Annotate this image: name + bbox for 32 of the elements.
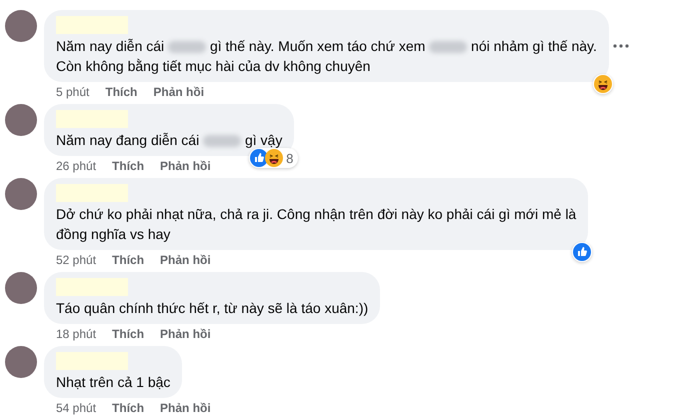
like-link[interactable]: Thích — [105, 85, 138, 99]
reply-link[interactable]: Phản hồi — [160, 253, 211, 267]
comment-time[interactable]: 54 phút — [56, 401, 96, 415]
avatar[interactable] — [5, 104, 37, 136]
comment-time[interactable]: 52 phút — [56, 253, 96, 267]
avatar[interactable] — [5, 10, 37, 42]
reply-link[interactable]: Phản hồi — [160, 327, 211, 341]
name-redaction — [56, 352, 128, 370]
name-redaction — [56, 278, 128, 296]
comment-text: Năm nay đang diễn cái gì vậy — [56, 131, 282, 150]
name-redaction — [56, 110, 128, 128]
avatar[interactable] — [5, 272, 37, 304]
like-link[interactable]: Thích — [112, 253, 144, 267]
name-redaction — [56, 16, 128, 34]
name-redaction — [56, 184, 128, 202]
reply-link[interactable]: Phản hồi — [153, 85, 204, 99]
avatar[interactable] — [5, 346, 37, 378]
like-link[interactable]: Thích — [112, 401, 144, 415]
comment-text: Dở chứ ko phải nhạt nữa, chả ra ji. Công nhận trên đời này ko phải cái gì mới mẻ là đồng nghĩa vs hay — [56, 205, 576, 244]
like-link[interactable]: Thích — [112, 327, 144, 341]
comment-time[interactable]: 5 phút — [56, 85, 90, 99]
avatar[interactable] — [5, 178, 37, 210]
more-options-icon[interactable] — [612, 44, 629, 48]
comment-text: Năm nay diễn cái gì thế này. Muốn xem táo chứ xem nói nhảm gì thế này. Còn không bằng tiết mục hài của dv không chuyên — [56, 37, 597, 76]
comment-text: Nhạt trên cả 1 bậc — [56, 373, 170, 392]
comment-text: Táo quân chính thức hết r, từ này sẽ là táo xuân:)) — [56, 299, 368, 318]
comment-time[interactable]: 18 phút — [56, 327, 96, 341]
comment-time[interactable]: 26 phút — [56, 159, 96, 173]
reaction-badge[interactable]: 8 — [249, 148, 298, 168]
reply-link[interactable]: Phản hồi — [160, 159, 211, 173]
like-link[interactable]: Thích — [112, 159, 144, 173]
reply-link[interactable]: Phản hồi — [160, 401, 211, 415]
